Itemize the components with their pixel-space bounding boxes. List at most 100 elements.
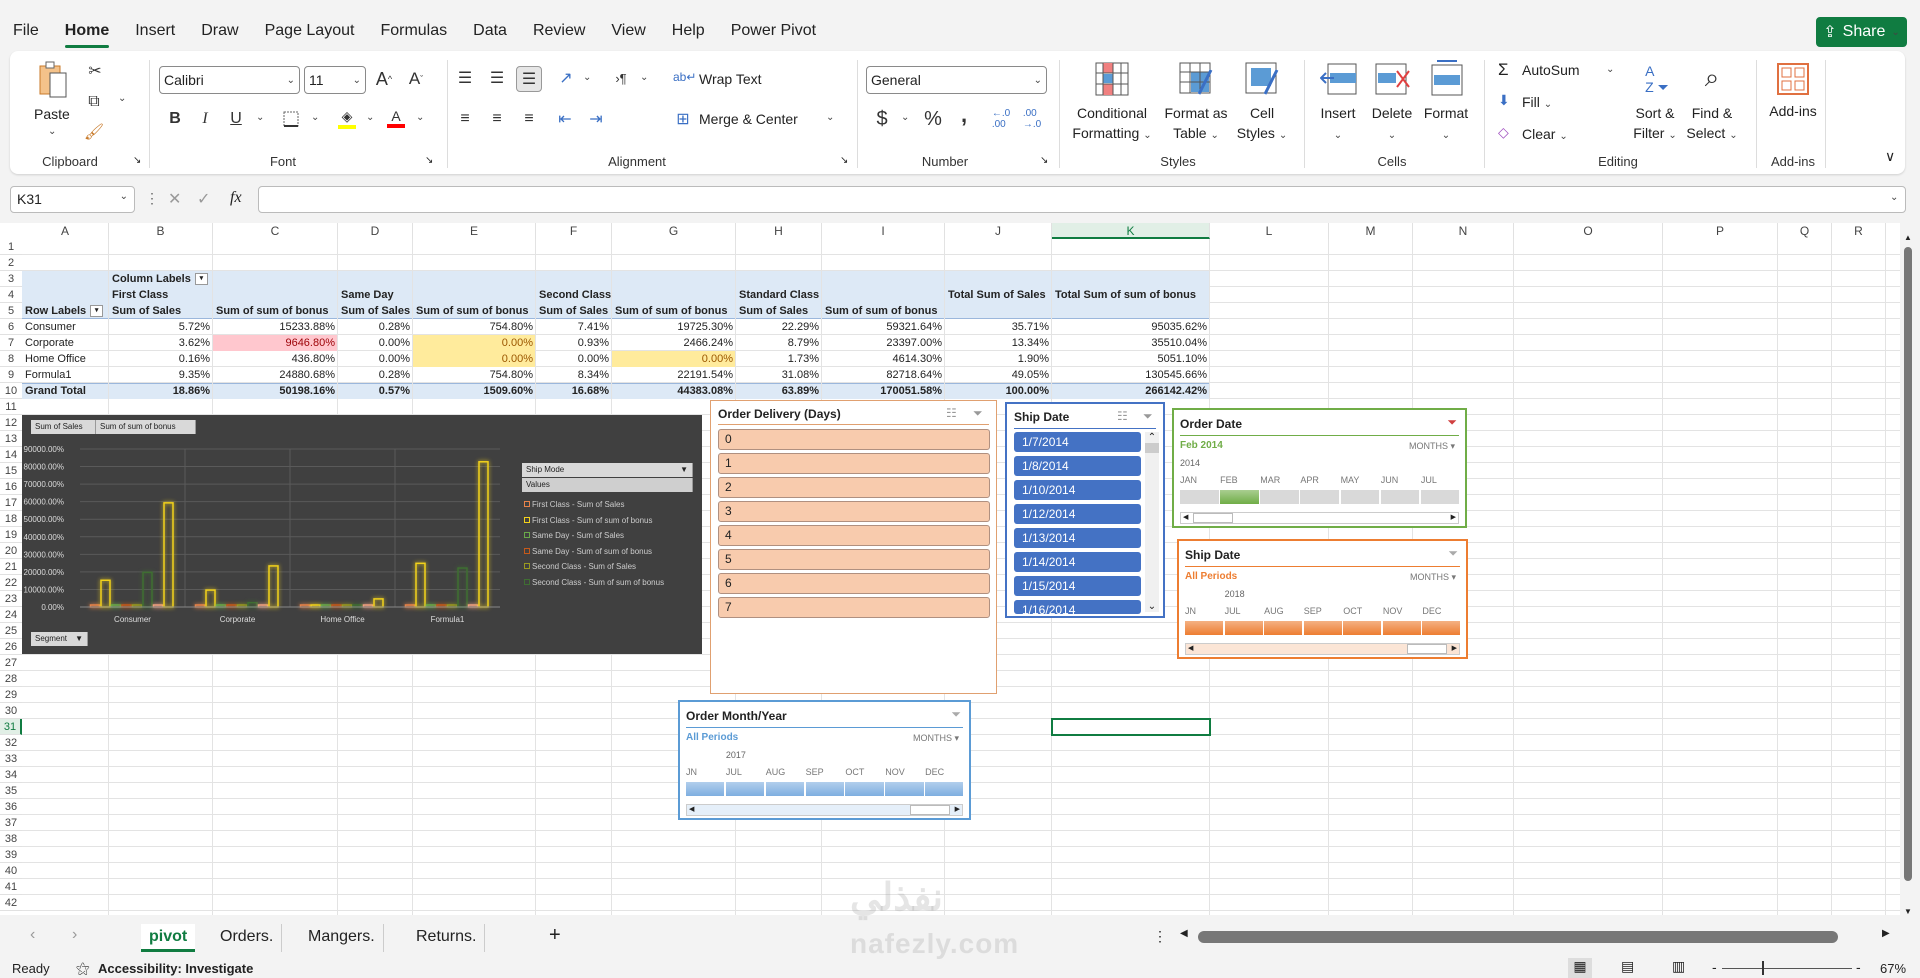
row-header-28[interactable]: 28 (0, 671, 22, 687)
pivot-value-cell[interactable]: 7.41% (536, 319, 612, 335)
text-direction-icon[interactable]: ›¶ (611, 68, 631, 88)
zoom-level[interactable]: 67% (1880, 961, 1906, 976)
row-header-40[interactable]: 40 (0, 863, 22, 879)
conditional-formatting-button[interactable]: Conditional Formatting ⌄ (1072, 103, 1151, 146)
sheet-tab-pivot[interactable]: pivot (141, 924, 196, 952)
add-sheet-button[interactable]: + (549, 924, 561, 947)
timeline-scrollbar[interactable]: ◀ ▶ (1185, 643, 1460, 655)
slicer-item-1[interactable]: 1 (718, 453, 990, 474)
formula-input[interactable] (258, 186, 1906, 213)
share-button[interactable]: ⇪ Share ⌄ (1816, 17, 1907, 47)
scroll-left-icon[interactable]: ◀ (1180, 928, 1188, 939)
timeline-order-month-year[interactable]: Order Month/Year ⏷ All Periods MONTHS ▾ 2017… (678, 700, 971, 820)
chevron-down-icon[interactable]: ⌄ (366, 112, 374, 123)
row-header-11[interactable]: 11 (0, 399, 22, 415)
middle-align-icon[interactable]: ☰ (487, 68, 507, 88)
column-header-F[interactable]: F (536, 223, 612, 239)
row-header-20[interactable]: 20 (0, 543, 22, 559)
timeline-period-jul[interactable] (1420, 490, 1460, 504)
legend-item[interactable]: First Class - Sum of sum of bonus (524, 516, 652, 525)
grand-total-cell[interactable]: 266142.42% (1052, 383, 1210, 399)
wrap-text-button[interactable]: Wrap Text (699, 71, 762, 87)
slicer-item-0[interactable]: 0 (718, 429, 990, 450)
menu-tab-file[interactable]: File (0, 14, 52, 48)
row-header-29[interactable]: 29 (0, 687, 22, 703)
decrease-font-size-icon[interactable]: Aˇ (405, 68, 427, 90)
grand-total-cell[interactable]: 1509.60% (413, 383, 536, 399)
chevron-down-icon[interactable]: ⌄ (583, 72, 591, 83)
pivot-row-label[interactable]: Home Office (22, 351, 109, 367)
row-header-31[interactable]: 31 (0, 719, 22, 735)
row-header-5[interactable]: 5 (0, 303, 22, 319)
pivot-chart[interactable]: 0.00% 10000.00% 20000.00% 30000.00% 40000.00… (22, 415, 702, 654)
scroll-down-icon[interactable]: ⌄ (1145, 601, 1159, 612)
segment-field-button[interactable]: Segment ▼ (31, 632, 88, 646)
slicer-item-5[interactable]: 5 (718, 549, 990, 570)
comma-style-button[interactable]: , (957, 102, 971, 127)
chevron-down-icon[interactable]: ⌄ (256, 112, 264, 123)
time-level-dropdown[interactable]: MONTHS ▾ (1409, 441, 1455, 452)
scroll-left-icon[interactable]: ◀ (1183, 513, 1188, 521)
row-header-10[interactable]: 10 (0, 383, 22, 399)
timeline-period-jn[interactable] (1185, 621, 1224, 635)
row-header-32[interactable]: 32 (0, 735, 22, 751)
menu-tab-help[interactable]: Help (659, 14, 718, 48)
pivot-value-cell[interactable]: 13.34% (945, 335, 1052, 351)
pivot-value-cell[interactable]: 0.00% (413, 351, 536, 367)
slicer-item[interactable]: 1/13/2014 (1014, 528, 1141, 548)
column-header-I[interactable]: I (822, 223, 945, 239)
column-header-H[interactable]: H (736, 223, 822, 239)
slicer-item-2[interactable]: 2 (718, 477, 990, 498)
column-header-A[interactable]: A (22, 223, 109, 239)
zoom-out-icon[interactable]: - (1712, 959, 1717, 975)
grand-total-cell[interactable]: 44383.08% (612, 383, 736, 399)
copy-icon[interactable]: ⧉ (84, 92, 104, 112)
horizontal-scrollbar-thumb[interactable] (1198, 931, 1838, 943)
underline-button[interactable]: U (227, 109, 245, 129)
insert-function-button[interactable]: fx (230, 189, 242, 207)
grand-total-cell[interactable]: 0.57% (338, 383, 413, 399)
grand-total-cell[interactable]: 18.86% (109, 383, 213, 399)
row-header-6[interactable]: 6 (0, 319, 22, 335)
format-painter-icon[interactable]: 🖌 (84, 122, 104, 142)
row-header-3[interactable]: 3 (0, 271, 22, 287)
row-header-41[interactable]: 41 (0, 879, 22, 895)
column-header-G[interactable]: G (612, 223, 736, 239)
row-header-14[interactable]: 14 (0, 447, 22, 463)
merge-center-button[interactable]: Merge & Center (699, 111, 798, 127)
pivot-value-cell[interactable]: 59321.64% (822, 319, 945, 335)
timeline-order-date[interactable]: Order Date ⏷ Feb 2014 MONTHS ▾ 2014 JAN FEB MAR… (1172, 408, 1467, 528)
scroll-right-icon[interactable]: ▶ (1451, 513, 1456, 521)
timeline-scroll-thumb[interactable] (910, 805, 950, 815)
timeline-period-oct[interactable] (1343, 621, 1382, 635)
pivot-value-cell[interactable]: 22191.54% (612, 367, 736, 383)
number-format-dropdown[interactable]: General ⌄ (866, 66, 1047, 94)
column-header-C[interactable]: C (213, 223, 338, 239)
more-options-icon[interactable]: ⋮ (1153, 928, 1167, 945)
pivot-value-cell[interactable]: 19725.30% (612, 319, 736, 335)
cancel-icon[interactable]: ✕ (168, 189, 181, 209)
normal-view-icon[interactable]: ▦ (1568, 958, 1592, 978)
name-box[interactable]: K31 ⌄ (10, 186, 135, 213)
menu-tab-power-pivot[interactable]: Power Pivot (718, 14, 829, 48)
pivot-value-cell[interactable]: 5.72% (109, 319, 213, 335)
timeline-period-aug[interactable] (765, 782, 805, 796)
enter-icon[interactable]: ✓ (197, 189, 210, 209)
clear-filter-icon[interactable]: ⏷ (1447, 415, 1457, 430)
timeline-scrollbar[interactable]: ◀ ▶ (686, 804, 963, 816)
menu-tab-formulas[interactable]: Formulas (367, 14, 460, 48)
row-header-38[interactable]: 38 (0, 831, 22, 847)
align-left-icon[interactable]: ≡ (455, 109, 475, 129)
sheet-tab-mangers[interactable]: Mangers. (300, 924, 384, 952)
zoom-slider-thumb[interactable] (1762, 961, 1764, 975)
pivot-row-label[interactable]: Corporate (22, 335, 109, 351)
slicer-item-7[interactable]: 7 (718, 597, 990, 618)
slicer-item-6[interactable]: 6 (718, 573, 990, 594)
grand-total-cell[interactable]: 50198.16% (213, 383, 338, 399)
pivot-value-cell[interactable]: 754.80% (413, 319, 536, 335)
chevron-down-icon[interactable]: ⌄ (640, 72, 648, 83)
borders-icon[interactable] (281, 109, 301, 129)
menu-tab-home[interactable]: Home (52, 14, 122, 48)
vertical-scrollbar-thumb[interactable] (1904, 247, 1912, 881)
dialog-launcher-icon[interactable]: ↘ (133, 155, 141, 166)
